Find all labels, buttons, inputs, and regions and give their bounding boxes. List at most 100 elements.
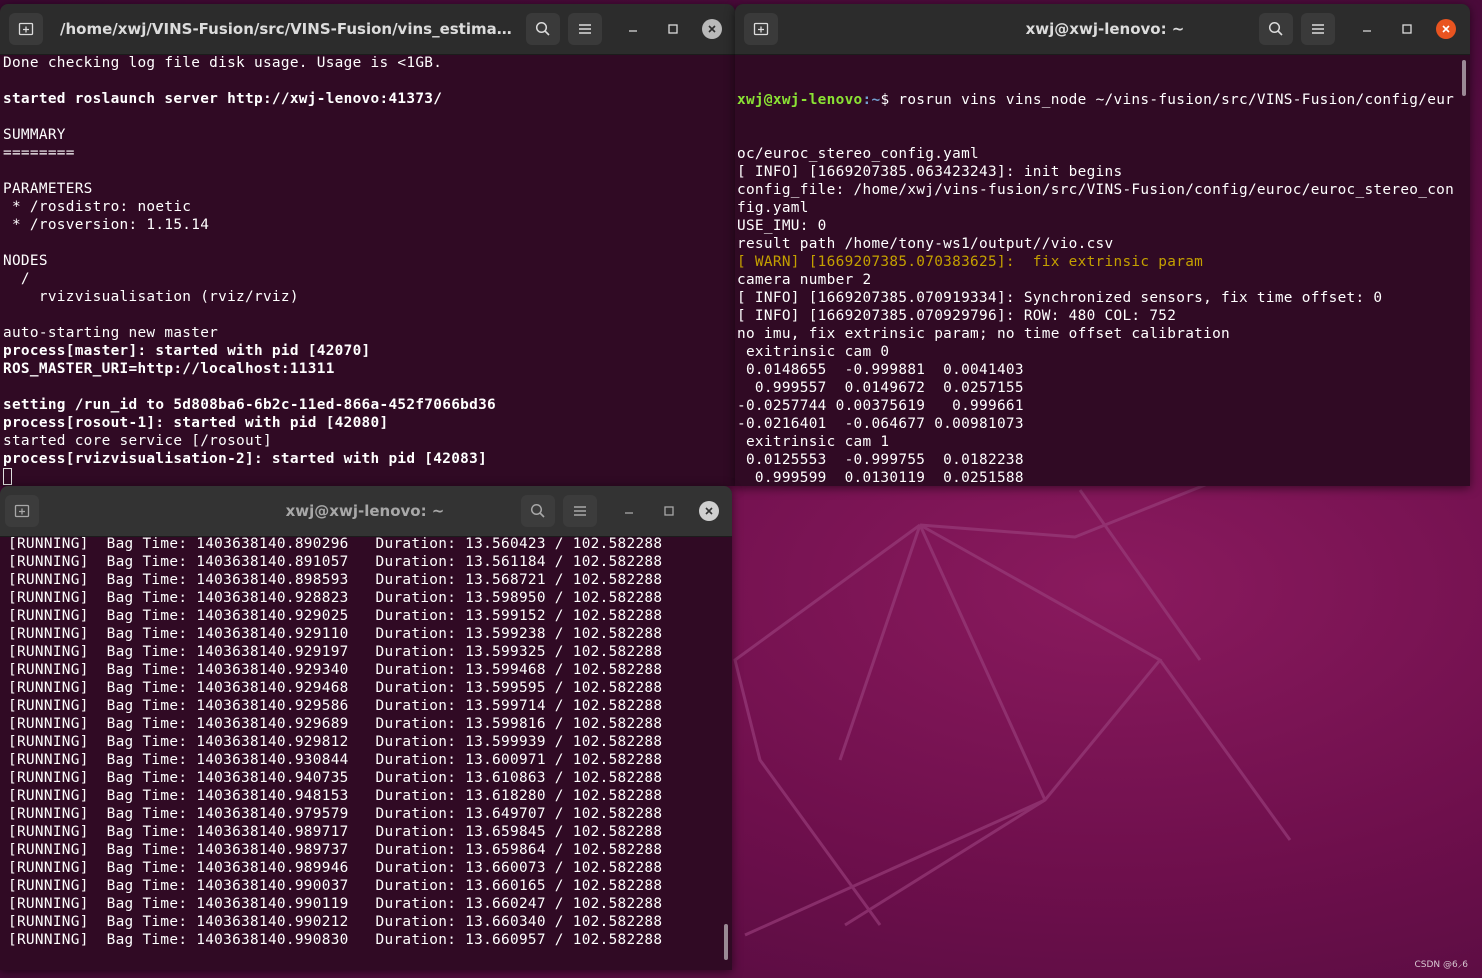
terminal-line: [RUNNING] Bag Time: 1403638140.929025 Du… xyxy=(8,608,663,624)
terminal-line: ROS_MASTER_URI=http://localhost:11311 xyxy=(3,361,335,377)
search-button[interactable] xyxy=(521,495,555,527)
terminal-line: no imu, fix extrinsic param; no time off… xyxy=(737,326,1231,342)
window-title: /home/xwj/VINS-Fusion/src/VINS-Fusion/vi… xyxy=(60,20,515,38)
terminal-line: * /rosversion: 1.15.14 xyxy=(3,217,210,233)
terminal-line: [RUNNING] Bag Time: 1403638140.929812 Du… xyxy=(8,734,663,750)
maximize-icon xyxy=(1402,24,1412,34)
hamburger-menu-icon xyxy=(1312,24,1324,34)
terminal-window-vins-node[interactable]: xwj@xwj-lenovo: ~ xwj@xwj-lenovo:~$ rosr… xyxy=(735,4,1470,486)
terminal-line: setting /run_id to 5d808ba6-6b2c-11ed-86… xyxy=(3,397,497,413)
terminal-line: [ WARN] [1669207385.070383625]: fix extr… xyxy=(737,254,1204,270)
close-button[interactable] xyxy=(702,19,722,39)
terminal-line: USE_IMU: 0 xyxy=(737,218,827,234)
terminal-line: [RUNNING] Bag Time: 1403638140.929197 Du… xyxy=(8,644,663,660)
terminal-line: [RUNNING] Bag Time: 1403638140.929110 Du… xyxy=(8,626,663,642)
close-button[interactable] xyxy=(1436,19,1456,39)
terminal-line: config_file: /home/xwj/vins-fusion/src/V… xyxy=(737,182,1455,198)
terminal-line: [RUNNING] Bag Time: 1403638140.989737 Du… xyxy=(8,842,663,858)
menu-button[interactable] xyxy=(1301,13,1335,45)
search-icon xyxy=(530,503,545,518)
menu-button[interactable] xyxy=(568,13,602,45)
minimize-button[interactable] xyxy=(619,501,639,521)
minimize-button[interactable] xyxy=(623,19,643,39)
terminal-line: ======== xyxy=(3,145,75,161)
new-tab-button[interactable] xyxy=(5,495,39,527)
search-icon xyxy=(1268,21,1283,36)
window-title: xwj@xwj-lenovo: ~ xyxy=(1025,20,1185,38)
terminal-line: [RUNNING] Bag Time: 1403638140.990037 Du… xyxy=(8,878,663,894)
new-tab-button[interactable] xyxy=(744,13,778,45)
new-tab-icon xyxy=(18,22,34,36)
terminal-line: 0.999599 0.0130119 0.0251588 xyxy=(737,470,1024,486)
terminal-line: [RUNNING] Bag Time: 1403638140.890296 Du… xyxy=(8,536,663,552)
terminal-window-rosbag[interactable]: xwj@xwj-lenovo: ~ [RUNNING] Bag Time: 14… xyxy=(0,486,732,970)
terminal-line: rvizvisualisation (rviz/rviz) xyxy=(3,289,299,305)
terminal-output[interactable]: [RUNNING] Bag Time: 1403638140.890296 Du… xyxy=(0,535,732,970)
hamburger-menu-icon xyxy=(574,506,586,516)
terminal-line: [RUNNING] Bag Time: 1403638140.990212 Du… xyxy=(8,914,663,930)
terminal-output[interactable]: xwj@xwj-lenovo:~$ rosrun vins vins_node … xyxy=(735,55,1470,486)
titlebar[interactable]: xwj@xwj-lenovo: ~ xyxy=(0,486,732,537)
terminal-line: [RUNNING] Bag Time: 1403638140.979579 Du… xyxy=(8,806,663,822)
close-icon xyxy=(708,25,716,33)
minimize-icon xyxy=(625,512,633,514)
terminal-line: [ INFO] [1669207385.070929796]: ROW: 480… xyxy=(737,308,1177,324)
terminal-line: process[rvizvisualisation-2]: started wi… xyxy=(3,451,488,467)
terminal-line: [ INFO] [1669207385.063423243]: init beg… xyxy=(737,164,1123,180)
terminal-output[interactable]: Done checking log file disk usage. Usage… xyxy=(0,54,735,486)
search-button[interactable] xyxy=(526,13,560,45)
terminal-line: exitrinsic cam 0 xyxy=(737,344,890,360)
scrollbar[interactable] xyxy=(724,924,728,960)
close-button[interactable] xyxy=(699,501,719,521)
text-cursor xyxy=(3,468,12,485)
search-icon xyxy=(535,21,550,36)
terminal-line: * /rosdistro: noetic xyxy=(3,199,192,215)
terminal-line: oc/euroc_stereo_config.yaml xyxy=(737,146,980,162)
new-tab-button[interactable] xyxy=(9,13,43,45)
maximize-icon xyxy=(668,24,678,34)
terminal-line: -0.0257744 0.00375619 0.999661 xyxy=(737,398,1024,414)
terminal-line: Done checking log file disk usage. Usage… xyxy=(3,55,443,71)
terminal-line: 0.0125553 -0.999755 0.0182238 xyxy=(737,452,1024,468)
terminal-line: [RUNNING] Bag Time: 1403638140.929468 Du… xyxy=(8,680,663,696)
terminal-window-roslaunch[interactable]: /home/xwj/VINS-Fusion/src/VINS-Fusion/vi… xyxy=(0,4,735,486)
terminal-line: 0.999557 0.0149672 0.0257155 xyxy=(737,380,1024,396)
close-icon xyxy=(705,507,713,515)
terminal-line: [RUNNING] Bag Time: 1403638140.929586 Du… xyxy=(8,698,663,714)
terminal-line: [RUNNING] Bag Time: 1403638140.928823 Du… xyxy=(8,590,663,606)
minimize-icon xyxy=(1363,30,1371,32)
maximize-button[interactable] xyxy=(1397,19,1417,39)
hamburger-menu-icon xyxy=(579,24,591,34)
maximize-button[interactable] xyxy=(659,501,679,521)
terminal-line: 0.0148655 -0.999881 0.0041403 xyxy=(737,362,1024,378)
titlebar[interactable]: xwj@xwj-lenovo: ~ xyxy=(735,4,1470,55)
terminal-line: [RUNNING] Bag Time: 1403638140.898593 Du… xyxy=(8,572,663,588)
terminal-line: [RUNNING] Bag Time: 1403638140.989717 Du… xyxy=(8,824,663,840)
terminal-line: NODES xyxy=(3,253,48,269)
prompt-command: $ rosrun vins vins_node ~/vins-fusion/sr… xyxy=(880,92,1455,108)
terminal-line: [RUNNING] Bag Time: 1403638140.990119 Du… xyxy=(8,896,663,912)
terminal-line: auto-starting new master xyxy=(3,325,219,341)
prompt-path: :~ xyxy=(862,92,881,108)
terminal-line: PARAMETERS xyxy=(3,181,93,197)
new-tab-icon xyxy=(753,22,769,36)
terminal-line: camera number 2 xyxy=(737,272,872,288)
terminal-line: [RUNNING] Bag Time: 1403638140.940735 Du… xyxy=(8,770,663,786)
maximize-button[interactable] xyxy=(663,19,683,39)
terminal-line: [RUNNING] Bag Time: 1403638140.930844 Du… xyxy=(8,752,663,768)
terminal-line: started roslaunch server http://xwj-leno… xyxy=(3,91,443,107)
search-button[interactable] xyxy=(1259,13,1293,45)
terminal-line: started core service [/rosout] xyxy=(3,433,272,449)
minimize-button[interactable] xyxy=(1357,19,1377,39)
menu-button[interactable] xyxy=(563,495,597,527)
titlebar[interactable]: /home/xwj/VINS-Fusion/src/VINS-Fusion/vi… xyxy=(0,4,735,55)
new-tab-icon xyxy=(14,504,30,518)
scrollbar[interactable] xyxy=(1462,60,1466,96)
window-title: xwj@xwj-lenovo: ~ xyxy=(285,502,445,520)
terminal-line: [RUNNING] Bag Time: 1403638140.948153 Du… xyxy=(8,788,663,804)
close-icon xyxy=(1442,25,1450,33)
maximize-icon xyxy=(664,506,674,516)
